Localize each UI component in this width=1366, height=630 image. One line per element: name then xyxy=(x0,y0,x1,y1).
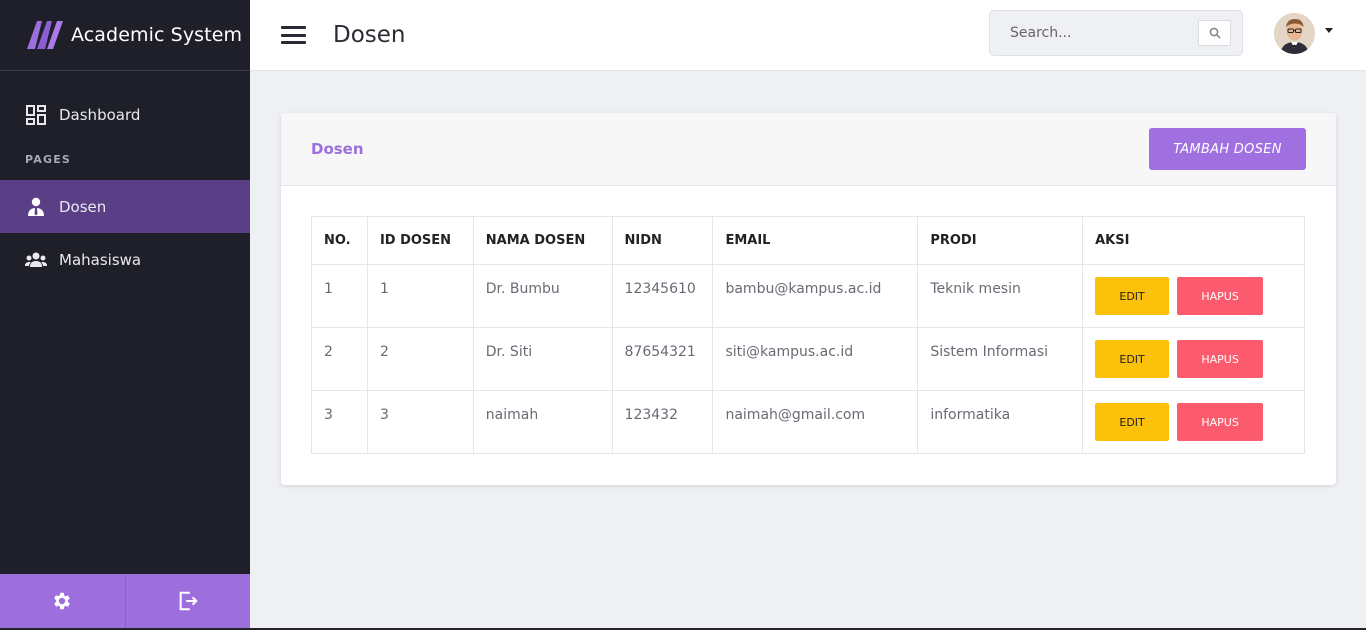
cell-email: naimah@gmail.com xyxy=(712,390,919,454)
cell-nama: Dr. Siti xyxy=(472,327,613,391)
column-header-nidn: NIDN xyxy=(611,216,714,265)
card-title: Dosen xyxy=(311,140,364,158)
user-tie-icon xyxy=(25,196,47,218)
sidebar-item-dosen[interactable]: Dosen xyxy=(0,180,250,233)
search-icon xyxy=(1209,27,1221,39)
sidebar-item-label: Dashboard xyxy=(59,105,141,124)
cell-prodi: Teknik mesin xyxy=(917,264,1084,328)
logout-button[interactable] xyxy=(124,574,251,628)
sidebar-item-dashboard[interactable]: Dashboard xyxy=(0,88,250,141)
sidebar: Academic System Dashboard PAGES Dosen Ma… xyxy=(0,0,250,630)
cell-no: 3 xyxy=(311,390,368,454)
edit-button[interactable]: EDIT xyxy=(1095,403,1170,441)
sidebar-item-label: Mahasiswa xyxy=(59,250,142,269)
delete-button[interactable]: HAPUS xyxy=(1177,340,1264,378)
column-header-no: NO. xyxy=(311,216,368,265)
add-dosen-button[interactable]: TAMBAH DOSEN xyxy=(1149,128,1306,170)
cell-nidn: 12345610 xyxy=(611,264,714,328)
delete-button[interactable]: HAPUS xyxy=(1177,403,1264,441)
column-header-email: EMAIL xyxy=(712,216,919,265)
logo-icon xyxy=(27,21,63,49)
page-title: Dosen xyxy=(333,22,406,48)
sidebar-item-label: Dosen xyxy=(59,197,107,216)
table-row: 2 2 Dr. Siti 87654321 siti@kampus.ac.id … xyxy=(311,327,1305,391)
cell-aksi: EDIT HAPUS xyxy=(1082,327,1305,391)
cell-id: 2 xyxy=(366,327,474,391)
topbar: Dosen xyxy=(250,0,1366,71)
dashboard-grid-icon xyxy=(25,104,47,126)
gear-icon xyxy=(54,592,71,610)
sidebar-nav: Dashboard PAGES Dosen Mahasiswa xyxy=(0,71,250,286)
cell-nama: Dr. Bumbu xyxy=(472,264,613,328)
cell-nama: naimah xyxy=(472,390,613,454)
card-header: Dosen TAMBAH DOSEN xyxy=(281,113,1336,186)
brand-name: Academic System xyxy=(71,24,243,46)
sidebar-item-mahasiswa[interactable]: Mahasiswa xyxy=(0,233,250,286)
chevron-down-icon[interactable] xyxy=(1325,28,1333,33)
delete-button[interactable]: HAPUS xyxy=(1177,277,1264,315)
search-box xyxy=(989,10,1243,56)
logout-icon xyxy=(179,591,198,611)
cell-nidn: 87654321 xyxy=(611,327,714,391)
brand[interactable]: Academic System xyxy=(0,0,250,71)
column-header-aksi: AKSI xyxy=(1082,216,1305,265)
avatar[interactable] xyxy=(1274,13,1315,54)
cell-no: 2 xyxy=(311,327,368,391)
table-row: 3 3 naimah 123432 naimah@gmail.com infor… xyxy=(311,390,1305,454)
cell-nidn: 123432 xyxy=(611,390,714,454)
column-header-id: ID DOSEN xyxy=(366,216,474,265)
dosen-table: NO. ID DOSEN NAMA DOSEN NIDN EMAIL PRODI… xyxy=(311,216,1305,454)
edit-button[interactable]: EDIT xyxy=(1095,277,1170,315)
search-input[interactable] xyxy=(1010,25,1190,41)
users-icon xyxy=(25,249,47,271)
cell-prodi: informatika xyxy=(917,390,1084,454)
column-header-prodi: PRODI xyxy=(917,216,1084,265)
cell-prodi: Sistem Informasi xyxy=(917,327,1084,391)
sidebar-footer xyxy=(0,574,250,628)
cell-no: 1 xyxy=(311,264,368,328)
cell-email: bambu@kampus.ac.id xyxy=(712,264,919,328)
dosen-card: Dosen TAMBAH DOSEN NO. ID DOSEN NAMA DOS… xyxy=(281,113,1336,485)
settings-button[interactable] xyxy=(0,574,125,628)
cell-aksi: EDIT HAPUS xyxy=(1082,390,1305,454)
cell-id: 3 xyxy=(366,390,474,454)
edit-button[interactable]: EDIT xyxy=(1095,340,1170,378)
table-row: 1 1 Dr. Bumbu 12345610 bambu@kampus.ac.i… xyxy=(311,264,1305,328)
cell-aksi: EDIT HAPUS xyxy=(1082,264,1305,328)
column-header-nama: NAMA DOSEN xyxy=(472,216,613,265)
table-header-row: NO. ID DOSEN NAMA DOSEN NIDN EMAIL PRODI… xyxy=(311,216,1305,265)
cell-email: siti@kampus.ac.id xyxy=(712,327,919,391)
menu-toggle-icon[interactable] xyxy=(281,26,306,44)
search-button[interactable] xyxy=(1198,20,1231,46)
nav-section-pages: PAGES xyxy=(25,153,72,166)
cell-id: 1 xyxy=(366,264,474,328)
